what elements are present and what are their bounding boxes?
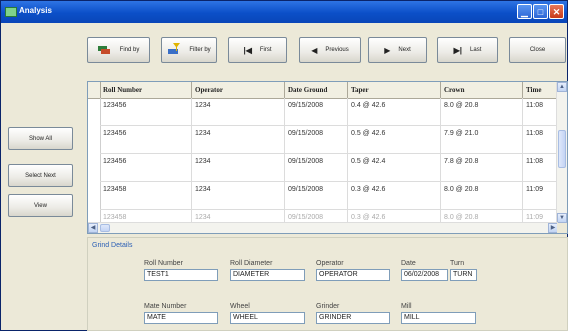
date-field[interactable]: 06/02/2008 (401, 269, 448, 281)
select-next-button[interactable]: Select Next (8, 164, 73, 187)
column-header-roll-number[interactable]: Roll Number (100, 82, 192, 98)
first-icon: |◀ (243, 45, 252, 55)
table-row[interactable]: 123456 1234 09/15/2008 0.5 @ 42.6 7.9 @ … (88, 126, 558, 154)
turn-label: Turn (450, 260, 465, 267)
mate-number-field[interactable]: MATE (144, 312, 218, 324)
view-button[interactable]: View (8, 194, 73, 217)
scroll-down-icon[interactable]: ▼ (557, 213, 567, 223)
cell-time: 11:08 (523, 126, 558, 154)
column-header-operator[interactable]: Operator (192, 82, 285, 98)
cell-date-ground: 09/15/2008 (285, 126, 348, 154)
show-all-button[interactable]: Show All (8, 127, 73, 150)
next-label: Next (398, 47, 411, 53)
column-header-taper[interactable]: Taper (348, 82, 441, 98)
cell-crown: 8.0 @ 20.8 (441, 98, 523, 126)
cell-roll-number: 123456 (100, 154, 192, 182)
cell-taper: 0.4 @ 42.6 (348, 98, 441, 126)
cell-crown: 8.0 @ 20.8 (441, 182, 523, 210)
roll-diameter-label: Roll Diameter (230, 260, 273, 267)
last-icon: ▶| (453, 45, 463, 55)
scroll-up-icon[interactable]: ▲ (557, 82, 567, 92)
close-button[interactable]: Close (509, 37, 566, 63)
previous-label: Previous (325, 47, 349, 53)
filter-icon (167, 43, 181, 57)
table-row[interactable]: 123456 1234 09/15/2008 0.5 @ 42.4 7.8 @ … (88, 154, 558, 182)
cell-taper: 0.5 @ 42.4 (348, 154, 441, 182)
cell-crown: 7.9 @ 21.0 (441, 126, 523, 154)
cell-time: 11:08 (523, 98, 558, 126)
cell-taper: 0.3 @ 42.6 (348, 182, 441, 210)
mill-label: Mill (401, 303, 412, 310)
vertical-scrollbar[interactable]: ▲ ▼ (556, 82, 567, 223)
grid-header: Roll Number Operator Date Ground Taper C… (88, 82, 558, 99)
show-all-label: Show All (28, 135, 52, 142)
cell-operator: 1234 (192, 126, 285, 154)
close-window-icon[interactable]: ✕ (549, 4, 564, 19)
grind-details-legend: Grind Details (92, 242, 133, 249)
turn-field[interactable]: TURN (450, 269, 477, 281)
cell-operator: 1234 (192, 182, 285, 210)
first-button[interactable]: |◀ First (228, 37, 287, 63)
cell-roll-number: 123456 (100, 98, 192, 126)
cell-crown: 7.8 @ 20.8 (441, 154, 523, 182)
cell-date-ground: 09/15/2008 (285, 154, 348, 182)
results-grid[interactable]: Roll Number Operator Date Ground Taper C… (87, 81, 568, 234)
last-button[interactable]: ▶| Last (437, 37, 498, 63)
cell-roll-number: 123456 (100, 126, 192, 154)
first-label: First (259, 47, 272, 53)
cell-roll-number: 123458 (100, 182, 192, 210)
date-label: Date (401, 260, 416, 267)
grinder-label: Grinder (316, 303, 340, 310)
next-icon: ▶ (384, 45, 391, 55)
column-header-crown[interactable]: Crown (441, 82, 523, 98)
grind-details-panel: Grind Details Roll Number TEST1 Roll Dia… (87, 237, 568, 331)
close-label: Close (529, 47, 546, 53)
mate-number-label: Mate Number (144, 303, 187, 310)
horizontal-scrollbar[interactable]: ◀ ▶ (88, 222, 558, 233)
find-icon (97, 43, 112, 57)
cell-time: 11:08 (523, 154, 558, 182)
cell-time: 11:09 (523, 182, 558, 210)
vertical-scroll-thumb[interactable] (558, 130, 566, 168)
column-header-date-ground[interactable]: Date Ground (285, 82, 348, 98)
cell-operator: 1234 (192, 154, 285, 182)
wheel-field[interactable]: WHEEL (230, 312, 305, 324)
operator-field[interactable]: OPERATOR (316, 269, 390, 281)
table-row[interactable]: 123458 1234 09/15/2008 0.3 @ 42.6 8.0 @ … (88, 182, 558, 210)
filter-by-label: Filter by (189, 47, 211, 53)
view-label: View (34, 202, 47, 209)
cell-taper: 0.5 @ 42.6 (348, 126, 441, 154)
maximize-icon[interactable]: □ (533, 4, 548, 19)
table-row[interactable]: 123456 1234 09/15/2008 0.4 @ 42.6 8.0 @ … (88, 98, 558, 126)
mill-field[interactable]: MILL (401, 312, 476, 324)
previous-icon: ◀ (311, 45, 318, 55)
find-by-button[interactable]: Find by (87, 37, 150, 63)
last-label: Last (470, 47, 482, 53)
app-icon (5, 7, 17, 17)
operator-label: Operator (316, 260, 344, 267)
scroll-left-icon[interactable]: ◀ (88, 223, 98, 233)
filter-by-button[interactable]: Filter by (161, 37, 217, 63)
select-next-label: Select Next (25, 172, 56, 179)
column-header-time[interactable]: Time (523, 82, 558, 98)
scrollbar-corner (557, 223, 567, 233)
cell-date-ground: 09/15/2008 (285, 98, 348, 126)
previous-button[interactable]: ◀ Previous (299, 37, 361, 63)
grinder-field[interactable]: GRINDER (316, 312, 390, 324)
wheel-label: Wheel (230, 303, 250, 310)
roll-number-label: Roll Number (144, 260, 183, 267)
roll-number-field[interactable]: TEST1 (144, 269, 218, 281)
cell-operator: 1234 (192, 98, 285, 126)
next-button[interactable]: ▶ Next (368, 37, 427, 63)
analysis-window: Analysis ▁ □ ✕ Find by Filter by |◀ Firs… (0, 0, 568, 331)
minimize-icon[interactable]: ▁ (517, 4, 532, 19)
find-by-label: Find by (119, 47, 140, 53)
cell-date-ground: 09/15/2008 (285, 182, 348, 210)
title-bar: Analysis ▁ □ ✕ (1, 1, 567, 23)
window-title: Analysis (19, 6, 52, 15)
roll-diameter-field[interactable]: DIAMETER (230, 269, 305, 281)
horizontal-scroll-thumb[interactable] (100, 224, 110, 232)
